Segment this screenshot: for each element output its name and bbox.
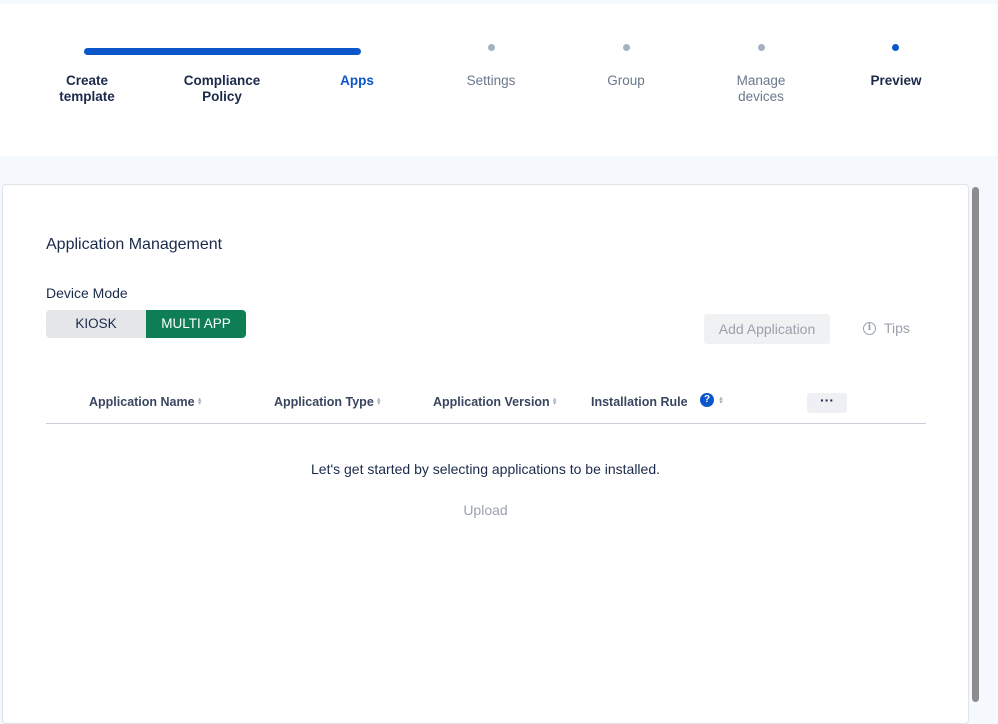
step-dot-settings: [488, 44, 495, 51]
column-label: Application Name: [89, 395, 195, 409]
column-application-name[interactable]: Application Name ▴ ▾: [89, 395, 203, 409]
column-label: Installation Rule: [591, 395, 688, 409]
step-apps[interactable]: Apps: [292, 73, 422, 89]
sort-icon: ▴ ▾: [552, 396, 557, 407]
multi-app-mode-button[interactable]: MULTI APP: [146, 310, 246, 338]
step-dot-preview: [892, 44, 899, 51]
tips-button[interactable]: i Tips: [863, 320, 910, 336]
device-mode-toggle: KIOSK MULTI APP: [46, 310, 246, 338]
stepper: Create template Compliance Policy Apps S…: [0, 4, 998, 156]
step-group[interactable]: Group: [561, 73, 691, 89]
tips-label: Tips: [884, 320, 910, 336]
application-management-card: Application Management Device Mode KIOSK…: [2, 184, 969, 724]
scrollbar-thumb[interactable]: [972, 187, 979, 702]
info-icon: i: [863, 321, 876, 335]
sort-icon: ▴ ▾: [377, 396, 381, 407]
more-options-button[interactable]: ···: [807, 393, 847, 413]
sort-icon: ▴ ▾: [197, 396, 202, 407]
add-application-button[interactable]: Add Application: [704, 314, 830, 344]
device-mode-label: Device Mode: [46, 285, 128, 301]
sort-icon[interactable]: ▴ ▾: [718, 395, 724, 406]
upload-link[interactable]: Upload: [3, 502, 968, 518]
empty-state-message: Let's get started by selecting applicati…: [311, 461, 660, 477]
step-dot-group: [623, 44, 630, 51]
column-label: Application Type: [274, 395, 374, 409]
column-application-version[interactable]: Application Version ▴ ▾: [433, 395, 558, 409]
kiosk-mode-button[interactable]: KIOSK: [46, 310, 146, 338]
column-label: Application Version: [433, 395, 550, 409]
section-title: Application Management: [46, 236, 223, 253]
step-manage-devices[interactable]: Manage devices: [696, 73, 826, 105]
step-create-template[interactable]: Create template: [22, 73, 152, 105]
stepper-progress-bar: [84, 48, 361, 55]
column-application-type[interactable]: Application Type ▴ ▾: [274, 395, 382, 409]
step-dot-manage-devices: [758, 44, 765, 51]
step-settings[interactable]: Settings: [426, 73, 556, 89]
table-header: Application Name ▴ ▾ Application Type ▴ ▾ …: [46, 390, 926, 424]
question-icon[interactable]: ?: [700, 393, 714, 407]
column-installation-rule[interactable]: Installation Rule: [591, 395, 688, 409]
step-preview[interactable]: Preview: [831, 73, 961, 89]
step-compliance-policy[interactable]: Compliance Policy: [157, 73, 287, 105]
